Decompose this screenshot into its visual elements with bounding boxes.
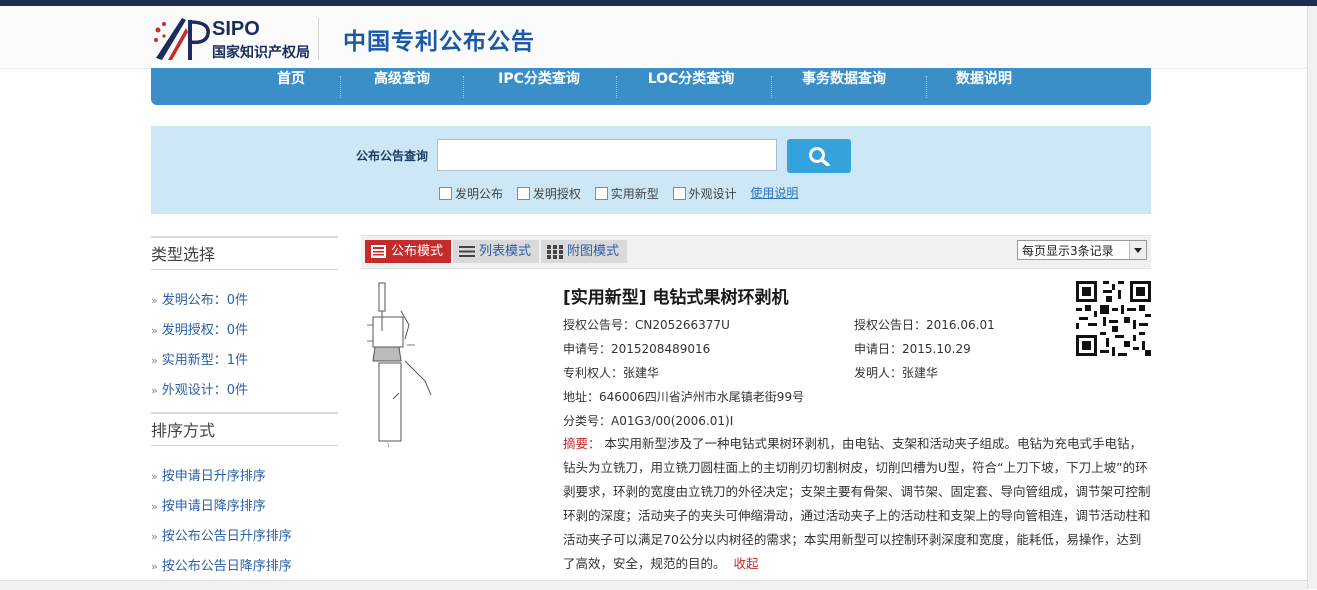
nav-separator [463,76,464,98]
type-select-heading: 类型选择 [151,236,338,270]
checkbox[interactable] [672,187,686,200]
svg-text:1: 1 [387,443,390,448]
sort-app-date-asc[interactable]: » 按申请日升序排序 [151,465,266,484]
star-emblem-icon [154,18,188,60]
nav-item-home[interactable]: 首页 [261,68,321,105]
filter-label: 外观设计 [688,187,737,201]
type-item-label: 发明公布：0件 [161,293,249,308]
search-icon [809,147,830,166]
chevron-down-icon [1129,241,1146,259]
nav-item-loc[interactable]: LOC分类查询 [639,68,743,105]
mode-label: 附图模式 [567,244,620,259]
search-label: 公布公告查询 [356,149,429,163]
type-item-invention-grant[interactable]: » 发明授权：0件 [151,319,248,338]
checkbox[interactable] [439,187,452,200]
sort-pub-date-desc[interactable]: » 按公布公告日降序排序 [151,555,292,574]
nav-separator [771,76,772,98]
patentee: 专利权人：张建华 [563,366,660,380]
vertical-scrollbar[interactable] [1307,6,1317,589]
abstract-text: 本实用新型涉及了一种电钻式果树环剥机，由电钻、支架和活动夹子组成。电钻为充电式手… [563,436,1151,571]
type-item-label: 发明授权：0件 [161,323,249,338]
mode-label: 列表模式 [479,244,532,259]
publication-mode-button[interactable]: 公布模式 [365,240,452,263]
result-title[interactable]: [实用新型] 电钻式果树环剥机 [563,283,788,308]
patent-drawing-thumbnail[interactable]: 1 [365,281,439,449]
type-filters: 发明公布 发明授权 实用新型 外观设计 使用说明 [439,184,798,202]
filter-invention-grant[interactable]: 发明授权 [516,185,581,202]
filter-label: 发明公布 [455,187,504,201]
sort-heading: 排序方式 [151,412,338,446]
arrow-icon: » [151,470,158,483]
nav-separator [926,76,927,98]
sort-item-label: 按申请日升序排序 [161,469,266,484]
logo-subtitle: 国家知识产权局 [212,45,310,61]
arrow-icon: » [151,384,158,397]
type-item-invention-publication[interactable]: » 发明公布：0件 [151,289,248,308]
search-button[interactable] [787,139,851,173]
filter-design[interactable]: 外观设计 [672,185,737,202]
grid-icon [547,245,563,259]
per-page-value: 每页显示3条记录 [1022,244,1114,258]
inventor: 发明人：张建华 [854,366,939,380]
checkbox[interactable] [516,187,530,200]
qr-code [1076,281,1151,356]
search-panel: 公布公告查询 发明公布 发明授权 实用新型 外观设计 使用说明 [151,126,1151,214]
type-item-design[interactable]: » 外观设计：0件 [151,379,248,398]
list-mode-button[interactable]: 列表模式 [453,240,540,263]
logo-text: SIPO [212,18,260,40]
arrow-icon: » [151,500,158,513]
sort-item-label: 按公布公告日升序排序 [161,529,292,544]
header-divider [318,18,319,60]
arrow-icon: » [151,294,158,307]
filter-label: 发明授权 [532,187,581,201]
nav-item-ipc[interactable]: IPC分类查询 [489,68,589,105]
type-item-utility-model[interactable]: » 实用新型：1件 [151,349,248,368]
arrow-icon: » [151,324,158,337]
classification: 分类号：A01G3/00(2006.01)I [563,414,734,428]
nav-item-advanced-search[interactable]: 高级查询 [362,68,442,105]
sipo-logo[interactable]: SIPO 国家知识产权局 [152,14,318,64]
document-icon [371,245,386,258]
help-link[interactable]: 使用说明 [750,186,798,200]
view-mode-toolbar: 公布模式 列表模式 附图模式 每页显示3条记录 [361,235,1151,269]
type-item-label: 外观设计：0件 [161,383,249,398]
grant-date: 授权公告日：2016.06.01 [854,318,995,332]
checkbox[interactable] [594,187,608,200]
filter-invention-publication[interactable]: 发明公布 [439,185,503,202]
sort-item-label: 按公布公告日降序排序 [161,559,292,574]
nav-separator [340,76,341,98]
logo-p-mark-icon [188,20,210,60]
type-item-label: 实用新型：1件 [161,353,249,368]
figure-mode-button[interactable]: 附图模式 [541,240,628,263]
site-title: 中国专利公布公告 [343,29,535,55]
arrow-icon: » [151,560,158,573]
nav-item-data-description[interactable]: 数据说明 [948,68,1020,105]
collapse-link[interactable]: 收起 [734,556,759,571]
abstract-label: 摘要： [563,436,601,451]
search-input[interactable] [437,139,777,171]
arrow-icon: » [151,354,158,367]
filter-utility-model[interactable]: 实用新型 [594,185,659,202]
main-nav: 首页 高级查询 IPC分类查询 LOC分类查询 事务数据查询 数据说明 [151,68,1151,105]
application-date: 申请日：2015.10.29 [854,342,971,356]
sort-app-date-desc[interactable]: » 按申请日降序排序 [151,495,266,514]
sort-item-label: 按申请日降序排序 [161,499,266,514]
nav-item-transaction-data[interactable]: 事务数据查询 [794,68,894,105]
list-icon [459,246,475,257]
per-page-select[interactable]: 每页显示3条记录 [1017,240,1147,260]
sort-pub-date-asc[interactable]: » 按公布公告日升序排序 [151,525,292,544]
address: 地址：646006四川省泸州市水尾镇老街99号 [563,390,805,404]
arrow-icon: » [151,530,158,543]
grant-number: 授权公告号：CN205266377U [563,318,730,332]
abstract: 摘要： 本实用新型涉及了一种电钻式果树环剥机，由电钻、支架和活动夹子组成。电钻为… [563,432,1153,576]
site-header: SIPO 国家知识产权局 中国专利公布公告 [0,6,1307,69]
application-number: 申请号：2015208489016 [563,342,711,356]
filter-label: 实用新型 [610,187,659,201]
mode-label: 公布模式 [391,244,444,259]
nav-separator [616,76,617,98]
